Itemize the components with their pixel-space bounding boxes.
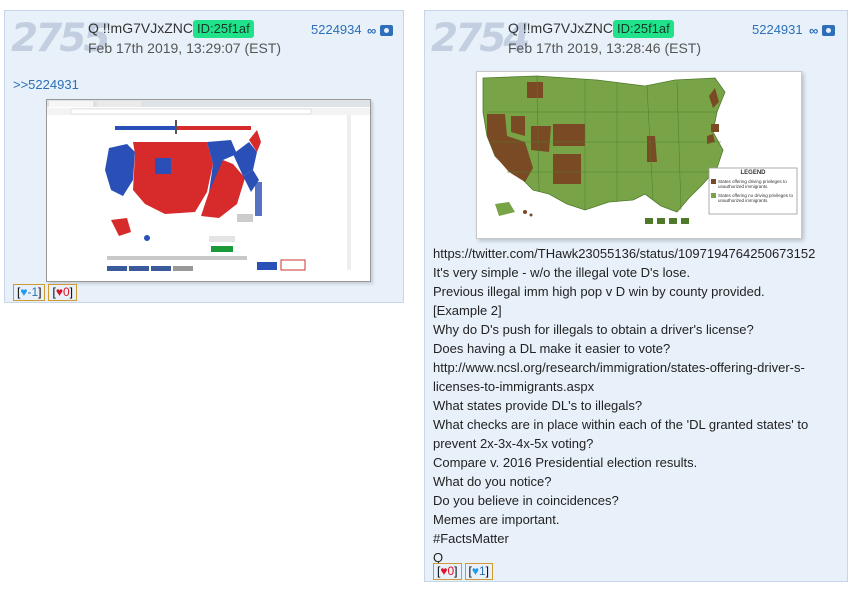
heart-icon: ♥ — [55, 285, 63, 299]
post-card: 2754 Q !!mG7VJxZNCI ID:25f1af Feb 17th 2… — [424, 10, 848, 582]
body-line: What states provide DL's to illegals? — [433, 398, 643, 413]
body-line: Compare v. 2016 Presidential election re… — [433, 455, 698, 470]
legend-item: States offering driving privileges to un… — [711, 179, 795, 189]
heart-reaction[interactable]: [♥0] — [433, 563, 462, 580]
body-line: Do you believe in coincidences? — [433, 493, 619, 508]
body-line: [Example 2] — [433, 303, 502, 318]
body-line: Q — [433, 550, 444, 565]
id-badge[interactable]: ID:25f1af — [193, 20, 254, 38]
body-line[interactable]: https://twitter.com/THawk23055136/status… — [433, 244, 848, 263]
body-line: Previous illegal imm high pop v D win by… — [433, 284, 765, 299]
id-badge[interactable]: ID:25f1af — [613, 20, 674, 38]
legend-title: LEGEND — [740, 170, 766, 176]
body-line[interactable]: http://www.ncsl.org/research/immigration… — [433, 358, 848, 377]
header-icons: ∞ — [367, 23, 394, 38]
camera-icon[interactable] — [822, 25, 836, 36]
screenshot-image[interactable] — [46, 99, 371, 282]
link-chain-icon[interactable]: ∞ — [367, 23, 376, 38]
body-line: Why do D's push for illegals to obtain a… — [433, 322, 754, 337]
heart-reaction[interactable]: [♥0] — [48, 284, 77, 301]
legend-swatch — [711, 193, 716, 198]
twitter-reaction[interactable]: [♥1] — [464, 563, 493, 580]
body-line: prevent 2x-3x-4x-5x voting? — [433, 436, 594, 451]
legend-label: States offering driving privileges to un… — [718, 179, 787, 189]
body-line: Memes are important. — [433, 512, 560, 527]
legend-label: States offering no driving privileges to… — [718, 193, 793, 203]
body-line: Does having a DL make it easier to vote? — [433, 341, 671, 356]
twitter-reaction[interactable]: [♥-1] — [13, 284, 46, 301]
twitter-icon: ♥ — [471, 564, 479, 578]
body-line[interactable]: licenses-to-immigrants.aspx — [433, 377, 848, 396]
post-body: https://twitter.com/THawk23055136/status… — [433, 244, 848, 567]
post-link[interactable]: 5224934 — [311, 22, 362, 37]
legend-swatch — [711, 179, 716, 184]
reactions: [♥-1] [♥0] — [13, 284, 77, 301]
post-card: 2755 Q !!mG7VJxZNCI ID:25f1af Feb 17th 2… — [4, 10, 404, 303]
camera-icon[interactable] — [380, 25, 394, 36]
body-line: What do you notice? — [433, 474, 552, 489]
link-chain-icon[interactable]: ∞ — [809, 23, 818, 38]
driver-license-map — [482, 75, 798, 224]
map-legend: LEGEND States offering driving privilege… — [711, 170, 795, 203]
map-image[interactable]: LEGEND States offering driving privilege… — [476, 71, 802, 239]
body-line: #FactsMatter — [433, 531, 509, 546]
post-link[interactable]: 5224931 — [752, 22, 803, 37]
author-name: Q !!mG7VJxZNCI — [508, 20, 617, 36]
post-date: Feb 17th 2019, 13:29:07 (EST) — [88, 40, 282, 56]
legend-item: States offering no driving privileges to… — [711, 193, 795, 203]
header-icons: ∞ — [809, 23, 836, 38]
post-date: Feb 17th 2019, 13:28:46 (EST) — [508, 40, 702, 56]
author-name: Q !!mG7VJxZNCI — [88, 20, 197, 36]
reply-link[interactable]: >>5224931 — [13, 77, 79, 92]
body-line: What checks are in place within each of … — [433, 417, 809, 432]
election-map-screenshot — [47, 100, 370, 271]
body-line: It's very simple - w/o the illegal vote … — [433, 265, 691, 280]
reactions: [♥0] [♥1] — [433, 563, 493, 580]
